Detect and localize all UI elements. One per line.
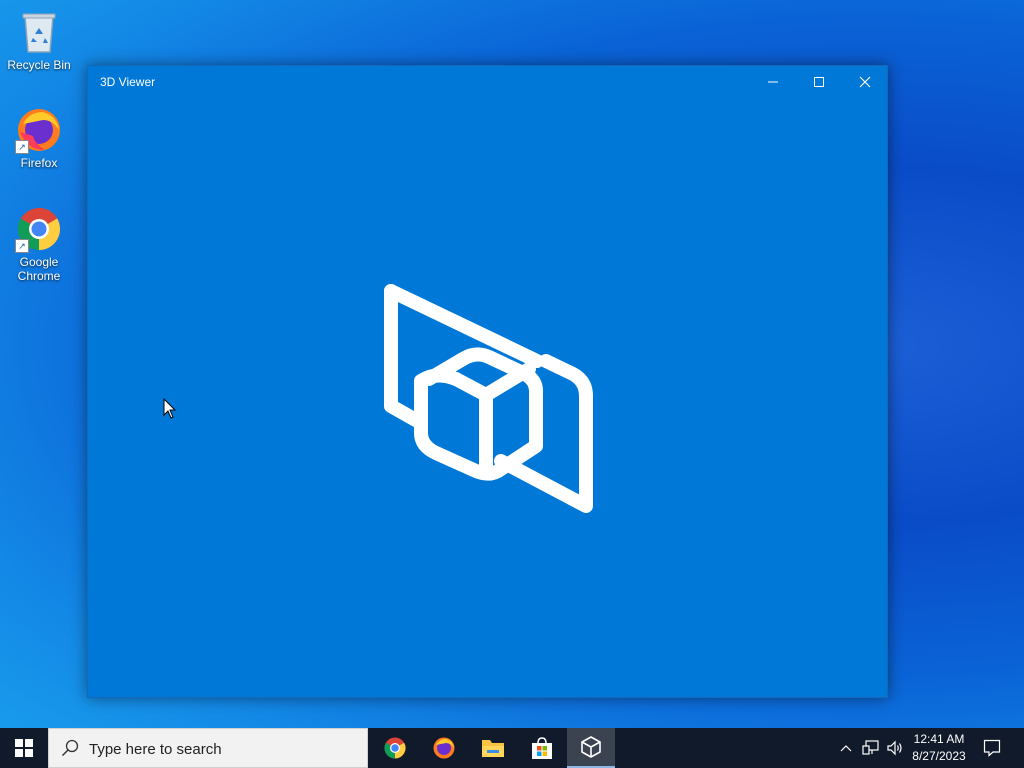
taskbar-app-file-explorer[interactable] [469, 728, 517, 768]
taskbar-app-firefox[interactable] [420, 728, 468, 768]
3d-viewer-icon [581, 736, 601, 758]
window-title: 3D Viewer [100, 75, 156, 89]
desktop-icon-label: Firefox [20, 156, 58, 170]
chrome-icon [384, 737, 406, 759]
firefox-icon [433, 737, 455, 759]
mouse-cursor-icon [163, 397, 177, 425]
taskbar-search-box[interactable]: Type here to search [48, 728, 368, 768]
desktop-icon-label: Recycle Bin [7, 58, 71, 72]
clock-time: 12:41 AM [913, 732, 965, 746]
windows-logo-icon [15, 739, 33, 757]
clock-date: 8/27/2023 [912, 749, 966, 763]
taskbar-app-chrome[interactable] [371, 728, 419, 768]
desktop-icon-label: Google Chrome [17, 255, 61, 283]
network-tray-button[interactable] [860, 728, 882, 768]
volume-tray-button[interactable] [884, 728, 906, 768]
action-center-icon [983, 739, 1001, 757]
start-button[interactable] [0, 728, 48, 768]
window-titlebar[interactable]: 3D Viewer [88, 66, 887, 98]
taskbar-app-3d-viewer[interactable] [567, 728, 615, 768]
minimize-icon [768, 81, 778, 83]
recycle-bin-icon [15, 8, 63, 56]
chevron-up-icon [840, 745, 852, 752]
desktop-icon-chrome[interactable]: ↗ Google Chrome [1, 205, 77, 283]
taskbar: Type here to search 12:41 AM 8/27/2023 [0, 728, 1024, 768]
firefox-icon: ↗ [15, 106, 63, 154]
file-explorer-icon [482, 740, 504, 757]
search-placeholder: Type here to search [89, 741, 222, 758]
microsoft-store-icon [532, 737, 552, 759]
desktop-icon-firefox[interactable]: ↗ Firefox [1, 106, 77, 170]
network-icon [862, 740, 879, 755]
app-window-3d-viewer[interactable]: 3D Viewer [87, 65, 888, 698]
maximize-icon [814, 77, 824, 87]
search-icon [61, 739, 79, 757]
taskbar-app-microsoft-store[interactable] [518, 728, 566, 768]
desktop-icon-recycle-bin[interactable]: Recycle Bin [1, 8, 77, 72]
action-center-button[interactable] [978, 728, 1006, 768]
maximize-button[interactable] [796, 66, 842, 98]
show-hidden-icons-button[interactable] [836, 728, 856, 768]
taskbar-clock[interactable]: 12:41 AM 8/27/2023 [905, 731, 973, 765]
close-button[interactable] [842, 66, 888, 98]
shortcut-arrow-icon: ↗ [15, 239, 29, 253]
minimize-button[interactable] [750, 66, 796, 98]
chrome-icon: ↗ [15, 205, 63, 253]
volume-icon [887, 740, 902, 756]
3d-viewer-logo-icon [381, 281, 601, 526]
close-icon [859, 76, 871, 88]
shortcut-arrow-icon: ↗ [15, 140, 29, 154]
